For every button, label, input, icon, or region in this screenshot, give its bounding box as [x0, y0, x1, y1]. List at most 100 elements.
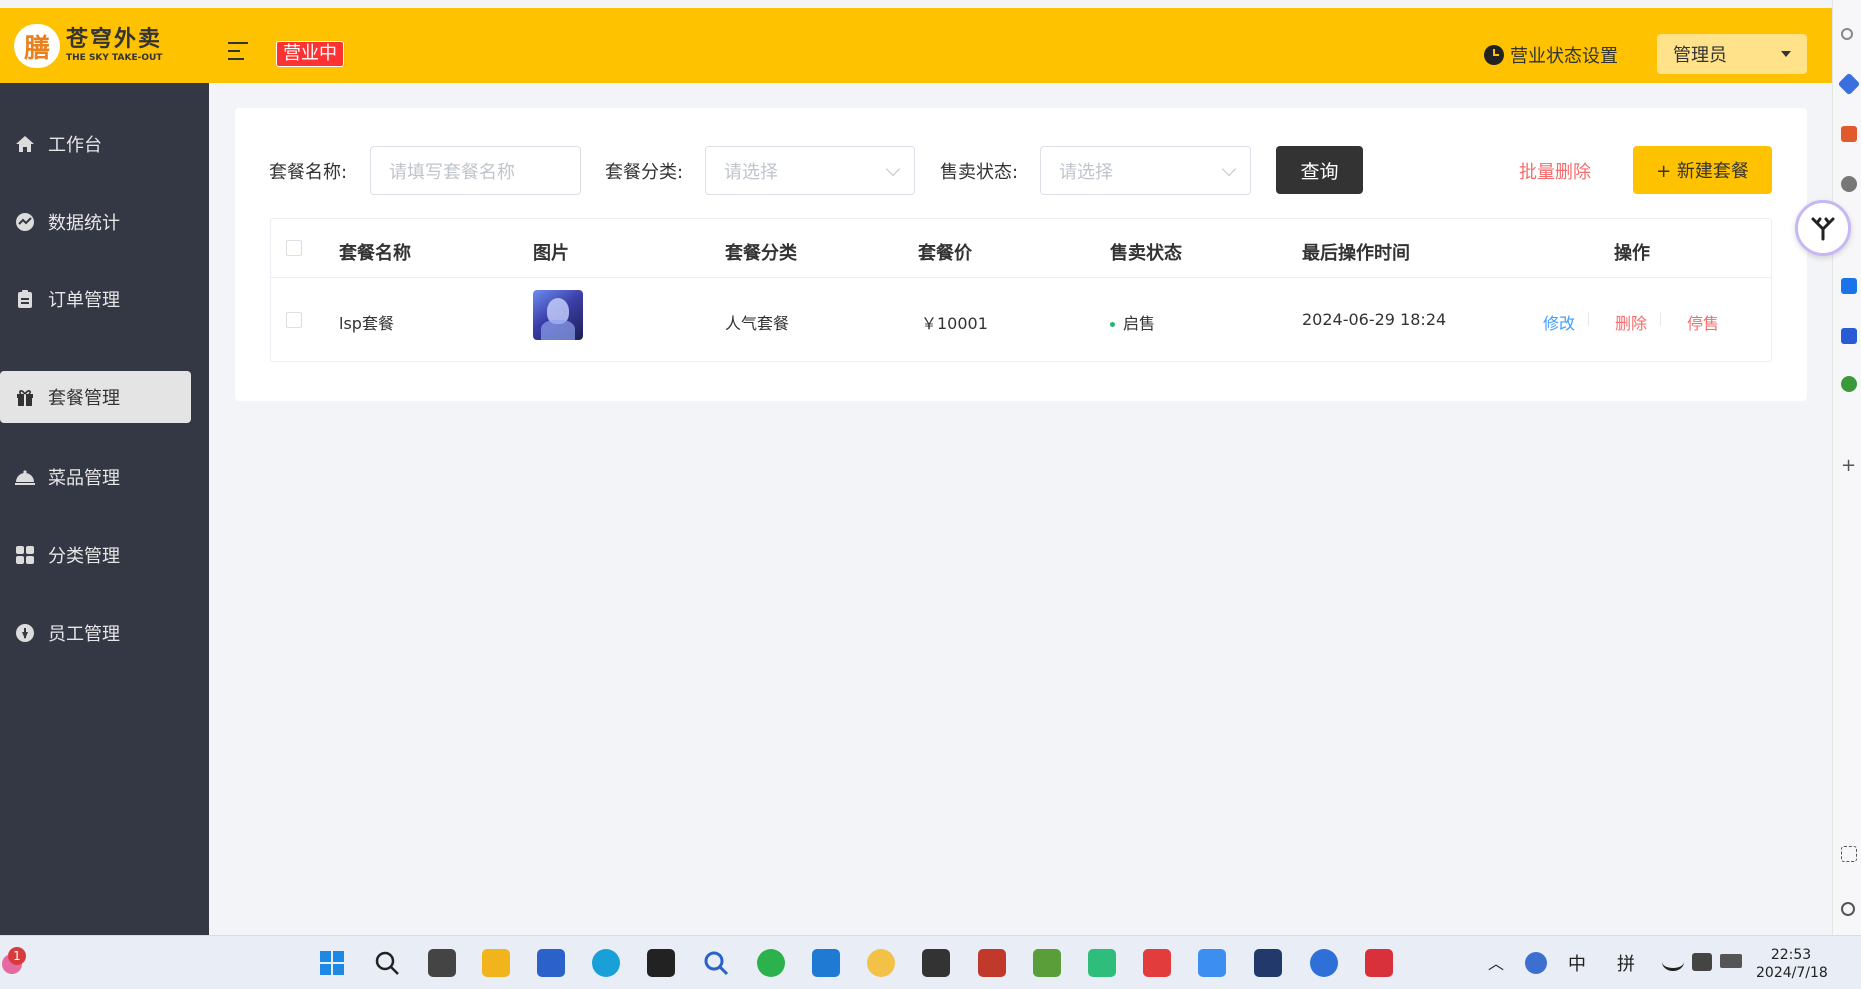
delete-link[interactable]: 删除: [1615, 310, 1647, 334]
gift-icon: [14, 386, 36, 408]
sidebar-item-label: 员工管理: [48, 624, 120, 645]
sidebar-item-orders[interactable]: 订单管理: [0, 273, 191, 325]
business-status-setting-label: 营业状态设置: [1510, 46, 1618, 67]
extension-icon[interactable]: [1837, 72, 1861, 96]
column-header: 图片: [533, 243, 569, 264]
globe-icon[interactable]: [1310, 949, 1338, 977]
sidebar-item-label: 分类管理: [48, 546, 120, 567]
editor-icon[interactable]: [1033, 949, 1061, 977]
employee-icon: [14, 622, 36, 644]
search-app-icon[interactable]: [702, 949, 730, 977]
browser-side-panel: +: [1832, 0, 1861, 935]
setmeal-name-input[interactable]: 请填写套餐名称: [370, 146, 581, 195]
category-select-placeholder: 请选择: [724, 161, 778, 183]
sidebar-item-dishes[interactable]: 菜品管理: [0, 451, 191, 503]
vscode-icon[interactable]: [812, 949, 840, 977]
ime-mode-indicator[interactable]: 拼: [1617, 950, 1635, 976]
business-status-setting-button[interactable]: 营业状态设置: [1484, 42, 1618, 68]
chevron-down-icon: [885, 161, 901, 177]
tray-expand-icon[interactable]: ︿: [1488, 950, 1504, 974]
assistant-float-button[interactable]: [1795, 200, 1851, 256]
menu-toggle-icon[interactable]: [228, 42, 248, 60]
table-row: lsp套餐 人气套餐 ￥10001 启售 2024-06-29 18:24 修改…: [271, 278, 1771, 362]
wifi-icon[interactable]: [1662, 953, 1684, 971]
setmeal-panel: 套餐名称: 请填写套餐名称 套餐分类: 请选择 售卖状态: 请选择 查询 批量删…: [235, 108, 1807, 401]
category-filter-label: 套餐分类:: [605, 162, 684, 183]
grid-icon: [14, 544, 36, 566]
remote-desktop-icon[interactable]: [1088, 949, 1116, 977]
caret-down-icon: [1781, 51, 1791, 57]
profile-icon[interactable]: [1841, 176, 1857, 192]
intellij-icon[interactable]: [647, 949, 675, 977]
wechat-icon[interactable]: [757, 949, 785, 977]
logo-subtitle: THE SKY TAKE-OUT: [66, 53, 163, 63]
wireshark-icon[interactable]: [1254, 949, 1282, 977]
clock-time: 22:53: [1770, 947, 1812, 963]
navicat-icon[interactable]: [867, 949, 895, 977]
screenshot-icon[interactable]: [1841, 846, 1857, 862]
sidebar-item-label: 菜品管理: [48, 468, 120, 489]
column-header: 操作: [1614, 243, 1650, 264]
wps-office-icon[interactable]: [1143, 949, 1171, 977]
home-icon: [14, 133, 36, 155]
category-select[interactable]: 请选择: [705, 146, 915, 195]
task-view-icon[interactable]: [428, 949, 456, 977]
taskbar-clock[interactable]: 22:53 2024/7/18: [1756, 946, 1828, 982]
battery-icon[interactable]: [1720, 954, 1742, 968]
volume-icon[interactable]: [1692, 953, 1712, 971]
sidebar-item-label: 工作台: [48, 135, 102, 156]
app-window: 膳 苍穹外卖 THE SKY TAKE-OUT 营业中 营业状态设置 管理员 工…: [0, 0, 1832, 935]
file-explorer-icon[interactable]: [482, 949, 510, 977]
setmeal-table: 套餐名称 图片 套餐分类 套餐价 售卖状态 最后操作时间 操作 lsp套餐 人气…: [270, 218, 1772, 362]
send-icon[interactable]: [1841, 328, 1857, 344]
action-divider: [1588, 312, 1589, 326]
add-icon[interactable]: +: [1841, 457, 1857, 475]
dish-cover-icon: [14, 466, 36, 488]
edit-link[interactable]: 修改: [1543, 310, 1575, 334]
sidebar-item-statistics[interactable]: 数据统计: [0, 196, 191, 248]
search-icon[interactable]: [373, 949, 401, 977]
setmeal-name-cell: lsp套餐: [339, 314, 394, 333]
action-divider: [1660, 312, 1661, 326]
remote-app-icon[interactable]: [1365, 949, 1393, 977]
windows-taskbar: ︿ 中 拼: [0, 935, 1861, 989]
batch-delete-button[interactable]: 批量删除: [1519, 158, 1591, 184]
clipboard-icon: [14, 288, 36, 310]
business-status-badge: 营业中: [276, 41, 344, 67]
sync-icon[interactable]: [1525, 952, 1547, 974]
stop-sale-link[interactable]: 停售: [1687, 310, 1719, 334]
new-setmeal-button[interactable]: + 新建套餐: [1633, 146, 1772, 194]
sidebar-item-workbench[interactable]: 工作台: [0, 118, 191, 170]
toolbox-icon[interactable]: [1841, 126, 1857, 142]
select-all-checkbox[interactable]: [286, 240, 302, 256]
row-checkbox[interactable]: [286, 312, 302, 328]
sidebar-item-categories[interactable]: 分类管理: [0, 529, 191, 581]
column-header: 套餐价: [918, 243, 972, 264]
baidu-netdisk-icon[interactable]: [1198, 949, 1226, 977]
app-logo: 膳 苍穹外卖 THE SKY TAKE-OUT: [14, 24, 174, 68]
store-icon[interactable]: [537, 949, 565, 977]
windows-start-icon[interactable]: [318, 949, 346, 977]
sidebar-item-setmeal[interactable]: 套餐管理: [0, 371, 191, 423]
query-button[interactable]: 查询: [1276, 146, 1363, 194]
chart-icon: [14, 211, 36, 233]
clock-icon: [1484, 45, 1504, 65]
outlook-icon[interactable]: [1841, 278, 1857, 294]
sidebar: 工作台 数据统计 订单管理 套餐管理 菜品管理 分类管理 员工管理: [0, 83, 209, 935]
tree-icon[interactable]: [1841, 376, 1857, 392]
app-icon[interactable]: [978, 949, 1006, 977]
user-menu-dropdown[interactable]: 管理员: [1657, 34, 1807, 74]
terminal-icon[interactable]: [922, 949, 950, 977]
sidebar-item-employees[interactable]: 员工管理: [0, 607, 191, 659]
status-select[interactable]: 请选择: [1040, 146, 1251, 195]
edge-browser-icon[interactable]: [592, 949, 620, 977]
table-header: 套餐名称 图片 套餐分类 套餐价 售卖状态 最后操作时间 操作: [271, 219, 1771, 278]
on-sale-dot-icon: [1110, 322, 1115, 327]
logo-mark-icon: 膳: [14, 24, 60, 68]
ime-language-indicator[interactable]: 中: [1568, 950, 1586, 976]
sidebar-item-label: 套餐管理: [48, 388, 120, 409]
search-icon[interactable]: [1841, 28, 1853, 40]
settings-icon[interactable]: [1841, 902, 1855, 916]
setmeal-updated-cell: 2024-06-29 18:24: [1302, 310, 1447, 329]
top-header: 膳 苍穹外卖 THE SKY TAKE-OUT 营业中 营业状态设置 管理员: [0, 8, 1832, 83]
